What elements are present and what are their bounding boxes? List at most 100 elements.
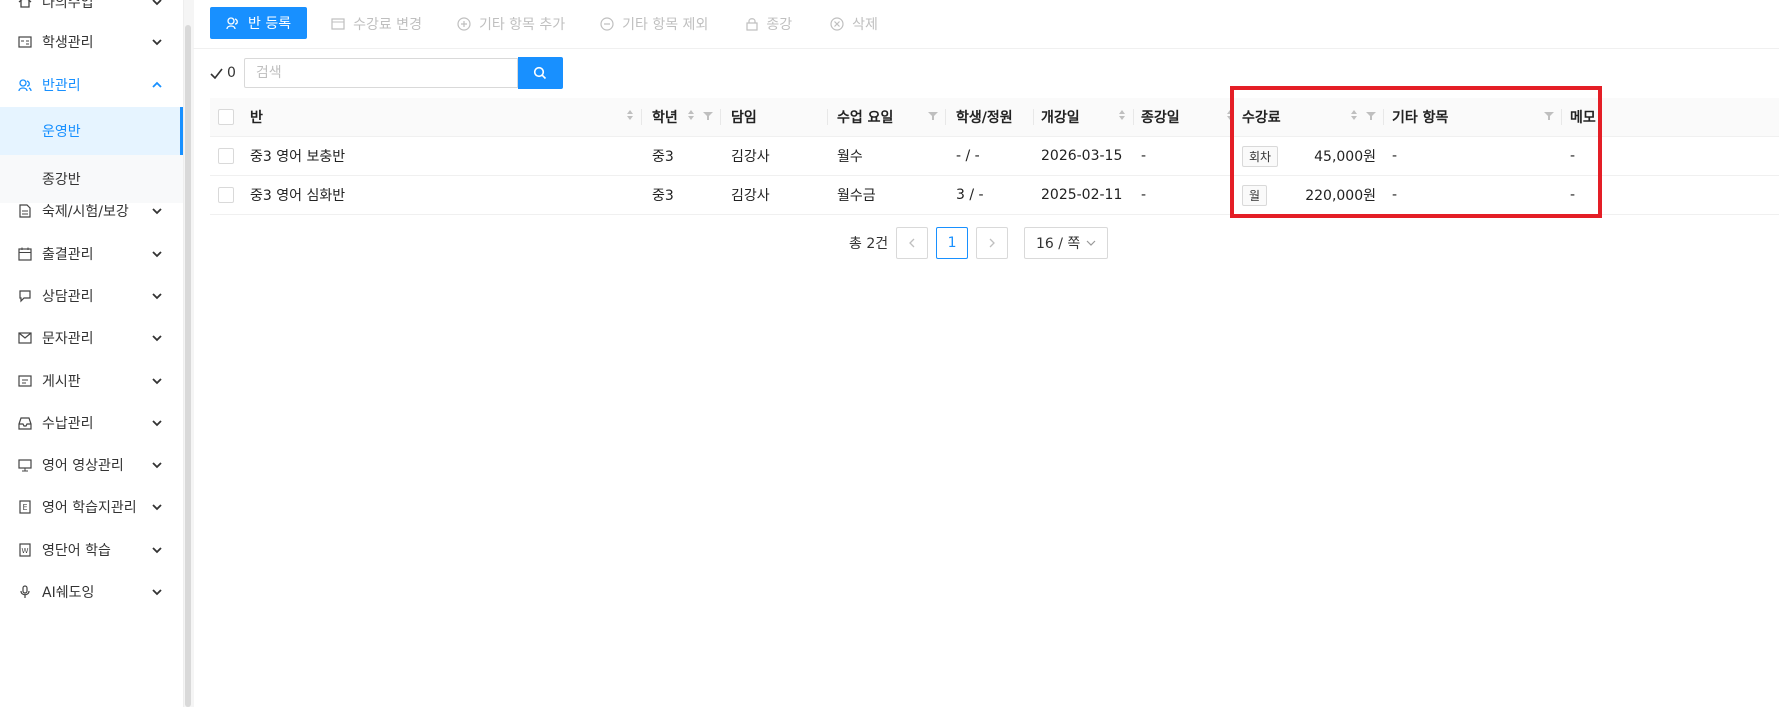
- sidebar-scrollbar-thumb[interactable]: [185, 25, 191, 707]
- header-class[interactable]: 반: [250, 98, 642, 136]
- lock-icon: [746, 17, 758, 31]
- sort-icon[interactable]: [626, 109, 634, 125]
- header-memo[interactable]: 메모: [1562, 98, 1762, 136]
- table-row[interactable]: 중3 영어 보충반 중3 김강사 월수 - / - 2026-03-15 - 회…: [210, 137, 1779, 176]
- worksheet-icon: E: [17, 499, 33, 515]
- delete-button[interactable]: 삭제: [830, 14, 878, 34]
- header-fee[interactable]: 수강료: [1234, 98, 1384, 136]
- cell-grade: 중3: [652, 188, 674, 204]
- chevron-down-icon: [149, 330, 165, 346]
- sidebar-item-vocab[interactable]: W 영단어 학습: [0, 530, 183, 570]
- cell-teacher: 김강사: [731, 188, 770, 204]
- plus-circle-icon: [457, 17, 471, 31]
- search-row: 0: [210, 57, 563, 89]
- close-class-button[interactable]: 종강: [746, 14, 792, 34]
- chevron-down-icon: [149, 0, 165, 10]
- row-select-cell: [210, 137, 242, 175]
- filter-icon[interactable]: [1366, 109, 1376, 125]
- sidebar-item-ai-shadowing[interactable]: AI쉐도잉: [0, 572, 183, 612]
- row-checkbox[interactable]: [218, 187, 234, 203]
- sort-icon[interactable]: [1350, 109, 1358, 125]
- sidebar-item-payment[interactable]: 수납관리: [0, 403, 183, 443]
- sidebar-item-my-class[interactable]: 나의수업: [0, 0, 183, 22]
- sidebar-item-english-video[interactable]: 영어 영상관리: [0, 445, 183, 485]
- search-icon: [533, 66, 547, 80]
- cell-end-date: -: [1141, 187, 1147, 203]
- chevron-down-icon: [149, 34, 165, 50]
- page-size-select[interactable]: 16 / 쪽: [1024, 227, 1109, 259]
- header-days[interactable]: 수업 요일: [828, 98, 946, 136]
- chevron-up-icon: [149, 77, 165, 93]
- cell-end-date: -: [1141, 148, 1147, 164]
- change-fee-button[interactable]: 수강료 변경: [331, 14, 422, 34]
- chevron-down-icon: [149, 203, 165, 219]
- select-all-checkbox[interactable]: [218, 109, 234, 125]
- toolbar-divider: [193, 48, 1779, 49]
- microphone-icon: [17, 584, 33, 600]
- sort-icon[interactable]: [1226, 109, 1234, 125]
- sidebar-item-sms[interactable]: 문자관리: [0, 318, 183, 358]
- sort-icon[interactable]: [687, 109, 695, 125]
- id-card-icon: [17, 34, 33, 50]
- cell-fee-type: 회차: [1242, 137, 1279, 175]
- chevron-down-icon: [149, 457, 165, 473]
- header-grade[interactable]: 학년: [642, 98, 721, 136]
- search-button[interactable]: [517, 57, 563, 89]
- cell-days: 월수: [837, 149, 863, 165]
- sidebar-item-attendance[interactable]: 출결관리: [0, 234, 183, 274]
- calendar-icon: [17, 246, 33, 262]
- cell-class-name[interactable]: 중3 영어 보충반: [250, 137, 345, 175]
- home-icon: [17, 0, 33, 10]
- search-input[interactable]: [243, 58, 518, 88]
- register-class-button[interactable]: 반 등록: [210, 7, 308, 39]
- table-header: 반 학년 담임 수업 요일 학생/정원 개강일 종강일 수강료 기타 항목 메모: [210, 98, 1779, 137]
- sidebar-item-counseling[interactable]: 상담관리: [0, 276, 183, 316]
- next-page-button[interactable]: [976, 227, 1009, 259]
- cell-fee-type: 월: [1242, 176, 1268, 214]
- svg-text:E: E: [22, 503, 27, 512]
- cell-fee: 220,000원: [1305, 188, 1376, 204]
- table-row[interactable]: 중3 영어 심화반 중3 김강사 월수금 3 / - 2025-02-11 - …: [210, 176, 1779, 215]
- class-icon: [226, 16, 240, 30]
- minus-circle-icon: [600, 17, 614, 31]
- row-select-cell: [210, 176, 242, 214]
- prev-page-button[interactable]: [896, 227, 929, 259]
- header-end-date[interactable]: 종강일: [1134, 98, 1234, 136]
- sidebar-item-students[interactable]: 학생관리: [0, 22, 183, 62]
- filter-icon[interactable]: [703, 109, 713, 125]
- close-circle-icon: [830, 17, 844, 31]
- row-checkbox[interactable]: [218, 148, 234, 164]
- chevron-down-icon: [149, 373, 165, 389]
- cell-grade: 중3: [652, 149, 674, 165]
- select-all-cell: [210, 98, 242, 136]
- sidebar-item-board[interactable]: 게시판: [0, 361, 183, 401]
- cell-teacher: 김강사: [731, 149, 770, 165]
- page-1-button[interactable]: 1: [936, 227, 969, 259]
- header-start-date[interactable]: 개강일: [1034, 98, 1134, 136]
- header-teacher[interactable]: 담임: [721, 98, 828, 136]
- cell-memo: -: [1570, 148, 1576, 164]
- sidebar-item-homework[interactable]: 숙제/시험/보강: [0, 191, 183, 231]
- remove-other-item-button[interactable]: 기타 항목 제외: [600, 14, 708, 34]
- cell-class-name[interactable]: 중3 영어 심화반: [250, 176, 345, 214]
- header-other-items[interactable]: 기타 항목: [1384, 98, 1562, 136]
- header-students[interactable]: 학생/정원: [946, 98, 1034, 136]
- chevron-right-icon: [988, 238, 996, 248]
- add-other-item-button[interactable]: 기타 항목 추가: [457, 14, 565, 34]
- sidebar-subitem-active-class[interactable]: 운영반: [0, 107, 183, 155]
- toolbar: 반 등록 수강료 변경 기타 항목 추가 기타 항목 제외 종강 삭제: [210, 0, 878, 48]
- cell-start-date: 2026-03-15: [1041, 148, 1123, 164]
- selected-count: 0: [210, 65, 236, 81]
- sort-icon[interactable]: [1118, 109, 1126, 125]
- sidebar-item-english-worksheet[interactable]: E 영어 학습지관리: [0, 487, 183, 527]
- chevron-left-icon: [908, 238, 916, 248]
- inbox-icon: [17, 415, 33, 431]
- filter-icon[interactable]: [928, 109, 938, 125]
- chevron-down-icon: [149, 415, 165, 431]
- filter-icon[interactable]: [1544, 109, 1554, 125]
- svg-text:W: W: [22, 547, 29, 555]
- sidebar-item-class-management[interactable]: 반관리: [0, 65, 183, 105]
- fee-type-badge: 회차: [1242, 145, 1279, 167]
- cell-other-items: -: [1392, 148, 1398, 164]
- mail-icon: [17, 330, 33, 346]
